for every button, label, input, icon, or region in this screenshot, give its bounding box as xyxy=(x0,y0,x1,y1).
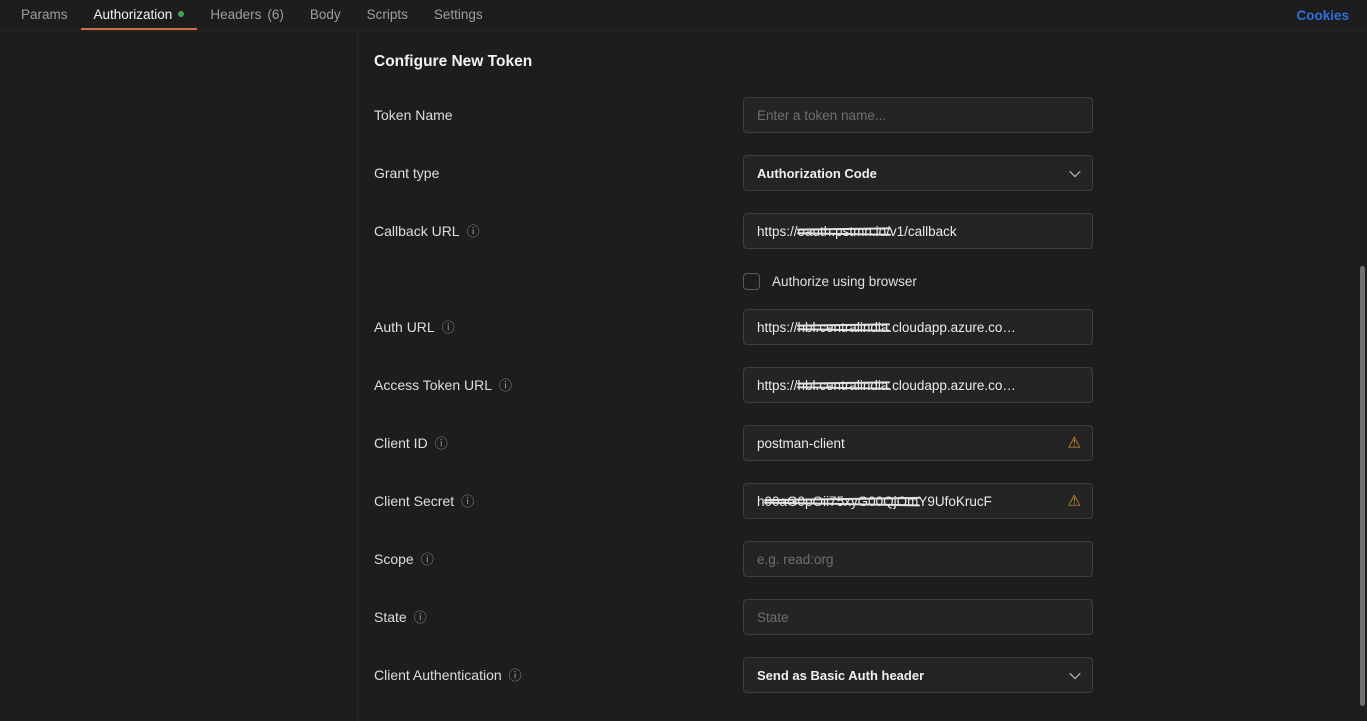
page-title: Configure New Token xyxy=(374,53,1367,71)
auth-url-row: Auth URL ⓘ https://hbl.centralindia.clou… xyxy=(374,309,1367,345)
client-id-value: postman-client xyxy=(757,436,845,451)
info-icon[interactable]: ⓘ xyxy=(509,669,522,682)
scope-row: Scope ⓘ xyxy=(374,541,1367,577)
access-token-url-redacted: hbl.centralindia xyxy=(798,378,889,393)
access-token-url-suffix: .cloudapp.azure.co… xyxy=(888,378,1016,393)
token-name-row: Token Name xyxy=(374,97,1367,133)
state-row: State ⓘ xyxy=(374,599,1367,635)
scrollbar-thumb[interactable] xyxy=(1360,266,1365,706)
scope-label: Scope xyxy=(374,551,414,567)
client-id-label: Client ID xyxy=(374,435,428,451)
callback-url-redacted: oauth.pstmn.io/ xyxy=(798,224,890,239)
client-secret-row: Client Secret ⓘ h00aG0pOii75xyG00QjOmY9U… xyxy=(374,483,1367,519)
client-secret-redacted: 00aG0pOii75xyG00QjOm xyxy=(765,494,919,509)
grant-type-value: Authorization Code xyxy=(757,166,877,181)
state-input[interactable] xyxy=(743,599,1093,635)
request-tab-bar: Params Authorization Headers (6) Body Sc… xyxy=(0,0,1367,31)
client-authentication-row: Client Authentication ⓘ Send as Basic Au… xyxy=(374,657,1367,693)
callback-url-row: Callback URL ⓘ https://oauth.pstmn.io/v1… xyxy=(374,213,1367,249)
client-authentication-value: Send as Basic Auth header xyxy=(757,668,924,683)
callback-url-suffix: v1/callback xyxy=(890,224,957,239)
access-token-url-label: Access Token URL xyxy=(374,377,492,393)
info-icon[interactable]: ⓘ xyxy=(442,321,455,334)
info-icon[interactable]: ⓘ xyxy=(414,611,427,624)
authorize-browser-label: Authorize using browser xyxy=(772,274,917,289)
tab-scripts-label: Scripts xyxy=(367,7,408,22)
client-secret-label: Client Secret xyxy=(374,493,454,509)
grant-type-row: Grant type Authorization Code xyxy=(374,155,1367,191)
access-token-url-input[interactable]: https://hbl.centralindia.cloudapp.azure.… xyxy=(743,367,1093,403)
tab-body-label: Body xyxy=(310,7,341,22)
tab-settings-label: Settings xyxy=(434,7,483,22)
chevron-down-icon xyxy=(1069,668,1080,679)
info-icon[interactable]: ⓘ xyxy=(421,553,434,566)
auth-url-input[interactable]: https://hbl.centralindia.cloudapp.azure.… xyxy=(743,309,1093,345)
tab-scripts[interactable]: Scripts xyxy=(354,0,421,30)
headers-count-badge: (6) xyxy=(267,7,284,22)
callback-url-prefix: https:// xyxy=(757,224,798,239)
client-secret-input[interactable]: h00aG0pOii75xyG00QjOmY9UfoKrucF ⚠ xyxy=(743,483,1093,519)
info-icon[interactable]: ⓘ xyxy=(435,437,448,450)
cookies-link[interactable]: Cookies xyxy=(1278,0,1367,30)
callback-url-label: Callback URL xyxy=(374,223,460,239)
tab-params-label: Params xyxy=(21,7,68,22)
tab-headers[interactable]: Headers (6) xyxy=(197,0,297,30)
modified-dot-icon xyxy=(178,11,184,17)
client-id-row: Client ID ⓘ postman-client ⚠ xyxy=(374,425,1367,461)
tab-headers-label: Headers xyxy=(210,7,261,22)
access-token-url-prefix: https:// xyxy=(757,378,798,393)
client-authentication-label: Client Authentication xyxy=(374,667,502,683)
warning-icon[interactable]: ⚠ xyxy=(1062,436,1081,451)
tab-params[interactable]: Params xyxy=(8,0,81,30)
chevron-down-icon xyxy=(1069,166,1080,177)
client-authentication-select[interactable]: Send as Basic Auth header xyxy=(743,657,1093,693)
scrollbar-track[interactable] xyxy=(1357,31,1367,721)
callback-url-input[interactable]: https://oauth.pstmn.io/v1/callback xyxy=(743,213,1093,249)
grant-type-label: Grant type xyxy=(374,165,439,181)
token-name-label: Token Name xyxy=(374,107,453,123)
scope-input[interactable] xyxy=(743,541,1093,577)
tab-authorization-label: Authorization xyxy=(94,7,173,22)
authorize-browser-row: Authorize using browser xyxy=(374,271,1367,291)
panel-divider xyxy=(357,31,358,721)
auth-url-label: Auth URL xyxy=(374,319,435,335)
access-token-url-row: Access Token URL ⓘ https://hbl.centralin… xyxy=(374,367,1367,403)
auth-url-prefix: https:// xyxy=(757,320,798,335)
token-config-panel: Configure New Token Token Name Grant typ… xyxy=(0,31,1367,693)
tab-authorization[interactable]: Authorization xyxy=(81,0,198,30)
info-icon[interactable]: ⓘ xyxy=(461,495,474,508)
auth-url-suffix: .cloudapp.azure.co… xyxy=(888,320,1016,335)
info-icon[interactable]: ⓘ xyxy=(499,379,512,392)
token-name-input[interactable] xyxy=(743,97,1093,133)
grant-type-select[interactable]: Authorization Code xyxy=(743,155,1093,191)
state-label: State xyxy=(374,609,407,625)
tab-settings[interactable]: Settings xyxy=(421,0,496,30)
info-icon[interactable]: ⓘ xyxy=(467,225,480,238)
client-id-input[interactable]: postman-client ⚠ xyxy=(743,425,1093,461)
warning-icon[interactable]: ⚠ xyxy=(1062,494,1081,509)
tab-body[interactable]: Body xyxy=(297,0,354,30)
client-secret-suffix: Y9UfoKrucF xyxy=(918,494,992,509)
auth-url-redacted: hbl.centralindia xyxy=(798,320,889,335)
authorize-browser-checkbox[interactable] xyxy=(743,273,760,290)
